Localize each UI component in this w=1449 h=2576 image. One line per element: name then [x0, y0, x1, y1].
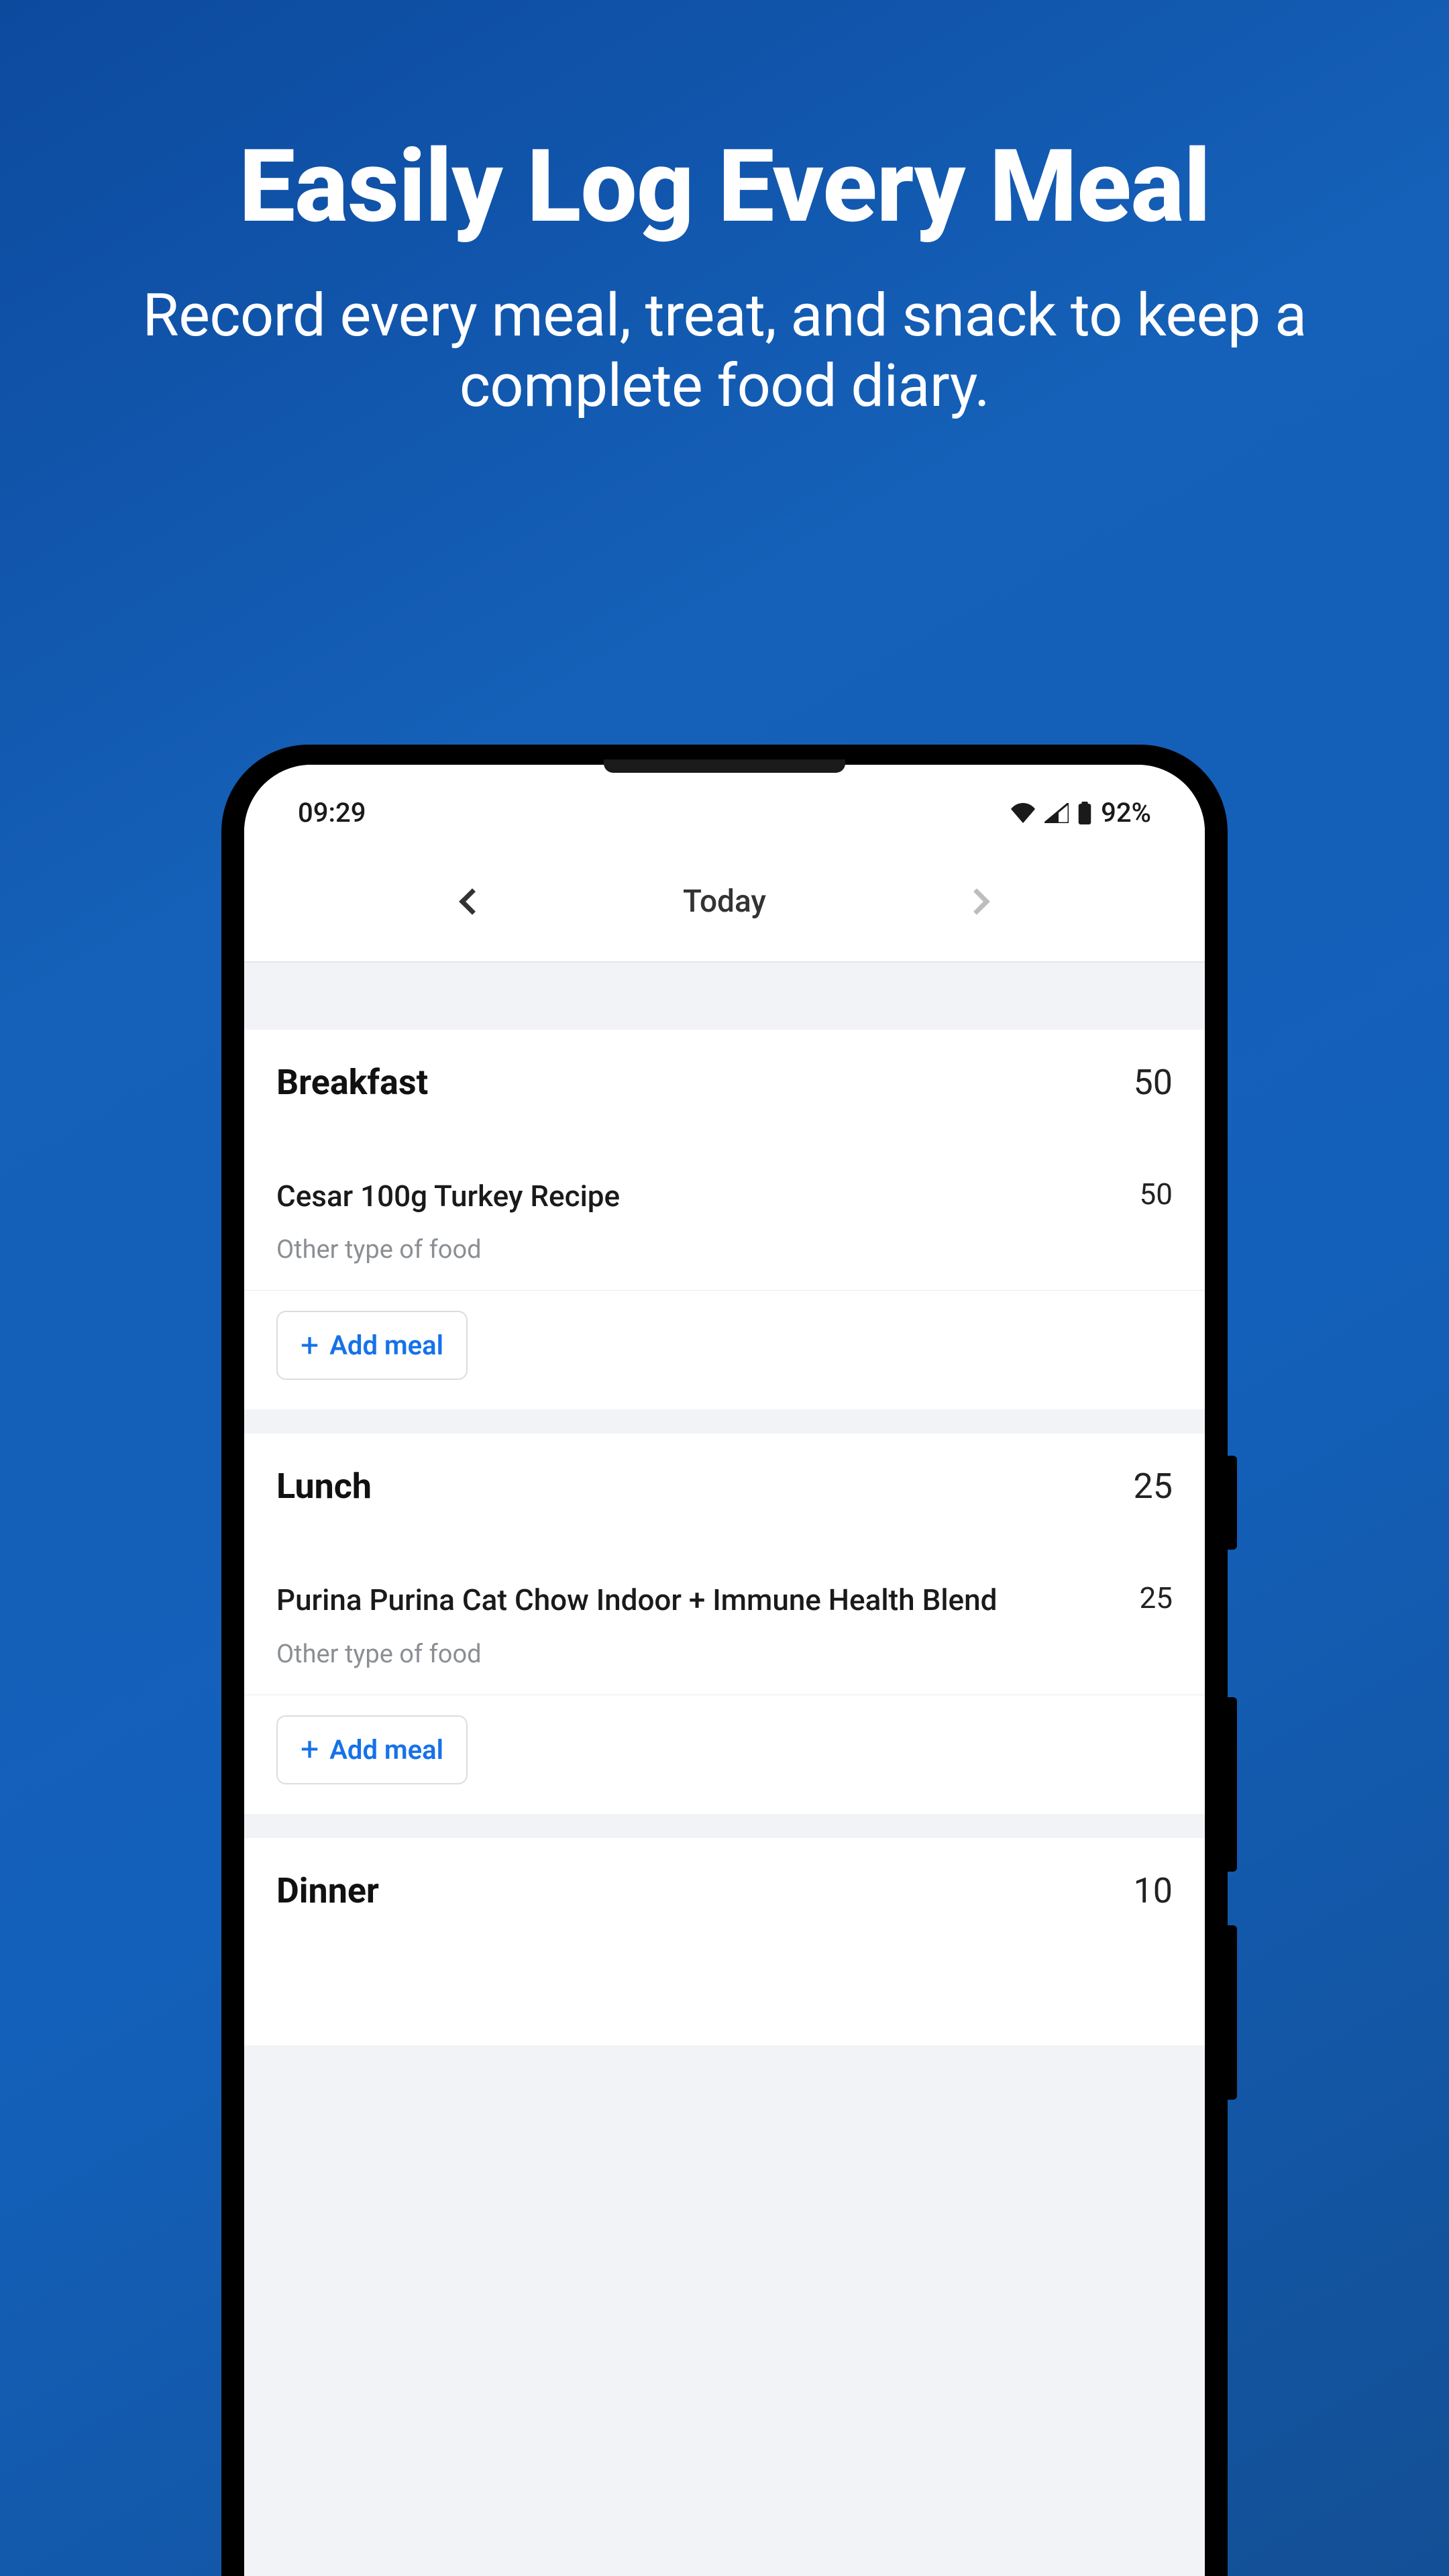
- status-time: 09:29: [298, 797, 366, 828]
- meal-section-total: 10: [1134, 1870, 1173, 1911]
- add-meal-row: + Add meal: [244, 1290, 1205, 1409]
- add-meal-label: Add meal: [329, 1330, 443, 1361]
- food-item[interactable]: Purina Purina Cat Chow Indoor + Immune H…: [276, 1580, 1173, 1668]
- chevron-left-icon[interactable]: [459, 888, 486, 915]
- wifi-icon: [1011, 803, 1035, 823]
- meal-section-breakfast: Breakfast 50 Cesar 100g Turkey Recipe 50…: [244, 1030, 1205, 1290]
- meal-section-total: 25: [1134, 1466, 1173, 1507]
- meal-section-lunch: Lunch 25 Purina Purina Cat Chow Indoor +…: [244, 1434, 1205, 1694]
- add-meal-button[interactable]: + Add meal: [276, 1311, 468, 1380]
- section-divider: [244, 963, 1205, 1030]
- meal-section-title: Dinner: [276, 1870, 379, 1911]
- promo-header: Easily Log Every Meal Record every meal,…: [0, 0, 1449, 422]
- plus-icon: +: [301, 1741, 319, 1758]
- add-meal-row: + Add meal: [244, 1695, 1205, 1814]
- phone-side-button: [1228, 1925, 1237, 2100]
- food-item-subtitle: Other type of food: [276, 1235, 1173, 1265]
- signal-icon: [1044, 803, 1069, 823]
- phone-side-button: [1228, 1456, 1237, 1550]
- food-item-value: 50: [1140, 1177, 1173, 1216]
- meal-section-dinner: Dinner 10: [244, 1838, 1205, 2045]
- add-meal-label: Add meal: [329, 1734, 443, 1766]
- promo-subtitle: Record every meal, treat, and snack to k…: [40, 280, 1409, 422]
- phone-screen: 09:29 92% Today Breakfast 50: [244, 765, 1205, 2576]
- food-item-name: Purina Purina Cat Chow Indoor + Immune H…: [276, 1580, 997, 1620]
- phone-body: 09:29 92% Today Breakfast 50: [221, 745, 1228, 2576]
- phone-frame: 09:29 92% Today Breakfast 50: [221, 745, 1228, 2576]
- phone-side-button: [1228, 1697, 1237, 1872]
- food-item[interactable]: Cesar 100g Turkey Recipe 50 Other type o…: [276, 1177, 1173, 1265]
- meal-section-title: Lunch: [276, 1466, 372, 1507]
- section-divider: [244, 1409, 1205, 1434]
- food-item-value: 25: [1140, 1580, 1173, 1620]
- food-item-name: Cesar 100g Turkey Recipe: [276, 1177, 620, 1216]
- promo-title: Easily Log Every Meal: [40, 134, 1409, 240]
- chevron-right-icon[interactable]: [963, 888, 990, 915]
- meal-section-title: Breakfast: [276, 1062, 428, 1103]
- status-battery-text: 92%: [1101, 797, 1151, 828]
- date-nav-title[interactable]: Today: [683, 883, 766, 920]
- date-nav-bar: Today: [244, 842, 1205, 963]
- meal-section-total: 50: [1134, 1062, 1173, 1103]
- food-item-subtitle: Other type of food: [276, 1640, 1173, 1669]
- phone-notch: [604, 759, 845, 773]
- status-icons: 92%: [1011, 797, 1151, 828]
- section-divider: [244, 1814, 1205, 1838]
- plus-icon: +: [301, 1338, 319, 1354]
- add-meal-button[interactable]: + Add meal: [276, 1715, 468, 1784]
- status-bar: 09:29 92%: [244, 765, 1205, 842]
- battery-icon: [1078, 802, 1091, 824]
